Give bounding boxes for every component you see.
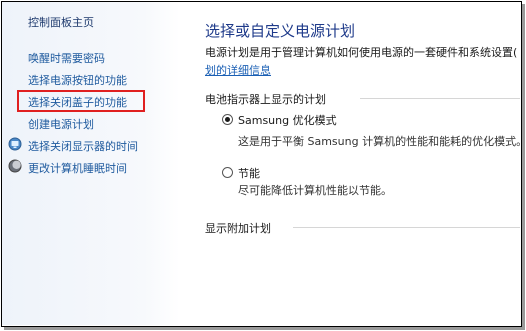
page-title: 选择或自定义电源计划 bbox=[205, 22, 356, 40]
highlight-box bbox=[17, 90, 145, 112]
moon-icon bbox=[8, 159, 22, 173]
monitor-icon bbox=[8, 137, 22, 151]
sidebar-link-power-button[interactable]: 选择电源按钮的功能 bbox=[28, 72, 127, 88]
sidebar-link-require-password[interactable]: 唤醒时需要密码 bbox=[28, 50, 105, 66]
group-divider bbox=[360, 98, 520, 99]
plan-radio-power-saver[interactable] bbox=[222, 167, 233, 178]
sidebar-link-display-off[interactable]: 选择关闭显示器的时间 bbox=[28, 138, 138, 154]
page-description: 电源计划是用于管理计算机如何使用电源的一套硬件和系统设置( bbox=[205, 46, 518, 59]
sidebar-link-control-panel-home[interactable]: 控制面板主页 bbox=[28, 14, 94, 30]
extra-plans-toggle[interactable]: 显示附加计划 bbox=[205, 220, 271, 236]
power-plan-info-link[interactable]: 划的详细信息 bbox=[205, 62, 271, 78]
plan-name-samsung[interactable]: Samsung 优化模式 bbox=[238, 112, 337, 128]
battery-plans-group-title: 电池指示器上显示的计划 bbox=[205, 93, 326, 106]
sidebar-link-sleep-time[interactable]: 更改计算机睡眠时间 bbox=[28, 160, 127, 176]
radio-selected-dot bbox=[225, 117, 230, 122]
plan-desc-power-saver: 尽可能降低计算机性能以节能。 bbox=[238, 184, 392, 197]
group-divider bbox=[293, 227, 520, 228]
window-shadow-bottom bbox=[4, 327, 525, 330]
plan-desc-samsung: 这是用于平衡 Samsung 计算机的性能和能耗的优化模式。 bbox=[238, 135, 526, 148]
plan-name-power-saver[interactable]: 节能 bbox=[238, 165, 260, 181]
sidebar-link-create-plan[interactable]: 创建电源计划 bbox=[28, 116, 94, 132]
plan-radio-samsung[interactable] bbox=[222, 114, 233, 125]
window-shadow-right bbox=[522, 4, 525, 330]
